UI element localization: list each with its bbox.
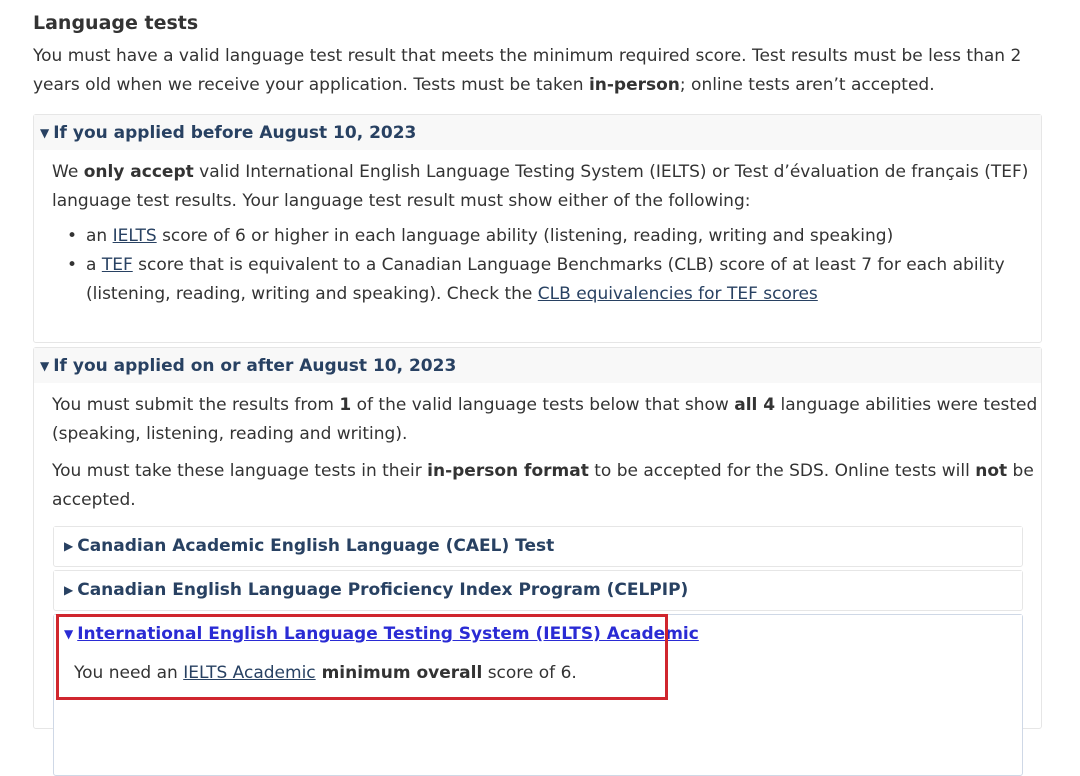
triangle-down-icon: ▼	[40, 126, 50, 140]
details-body: We only accept valid International Engli…	[34, 158, 1041, 309]
after-paragraph-2: You must take these language tests in th…	[52, 461, 1034, 510]
triangle-right-icon: ▶	[64, 583, 74, 597]
summary-ielts-academic[interactable]: ▼ International English Language Testing …	[54, 615, 1022, 652]
before-paragraph: We only accept valid International Engli…	[52, 162, 1029, 211]
triangle-down-icon: ▼	[64, 627, 74, 641]
ielts-academic-summary-link[interactable]: ▼ International English Language Testing …	[64, 624, 699, 644]
summary-celpip[interactable]: ▶ Canadian English Language Proficiency I…	[54, 571, 1022, 608]
clb-equivalencies-link[interactable]: CLB equivalencies for TEF scores	[538, 284, 818, 304]
details-before-aug-2023: ▼ If you applied before August 10, 2023 W…	[33, 114, 1042, 343]
summary-cael[interactable]: ▶ Canadian Academic English Language (CAE…	[54, 527, 1022, 564]
language-tests-section: Language tests You must have a valid lan…	[33, 8, 1048, 776]
triangle-down-icon: ▼	[40, 359, 50, 373]
details-after-aug-2023: ▼ If you applied on or after August 10, 2…	[33, 347, 1042, 776]
details-ielts-academic: ▼ International English Language Testing …	[53, 614, 1023, 776]
details-body: You must submit the results from 1 of th…	[34, 391, 1041, 515]
section-title: Language tests	[33, 12, 199, 34]
details-cael: ▶ Canadian Academic English Language (CAE…	[53, 526, 1023, 567]
triangle-right-icon: ▶	[64, 539, 74, 553]
intro-text: You must have a valid language test resu…	[33, 46, 1022, 95]
requirements-list: an IELTS score of 6 or higher in each la…	[52, 222, 1041, 309]
ielts-academic-link[interactable]: IELTS Academic	[183, 663, 315, 683]
ielts-link[interactable]: IELTS	[113, 226, 157, 246]
ielts-academic-body: You need an IELTS Academic minimum overa…	[74, 663, 577, 683]
tef-link[interactable]: TEF	[102, 255, 133, 275]
list-item: an IELTS score of 6 or higher in each la…	[67, 222, 1041, 251]
summary-before-aug-2023[interactable]: ▼ If you applied before August 10, 2023	[34, 115, 1041, 150]
details-celpip: ▶ Canadian English Language Proficiency I…	[53, 570, 1023, 611]
summary-after-aug-2023[interactable]: ▼ If you applied on or after August 10, 2…	[34, 348, 1041, 383]
list-item: a TEF score that is equivalent to a Cana…	[67, 251, 1041, 309]
after-paragraph-1: You must submit the results from 1 of th…	[52, 395, 1038, 444]
